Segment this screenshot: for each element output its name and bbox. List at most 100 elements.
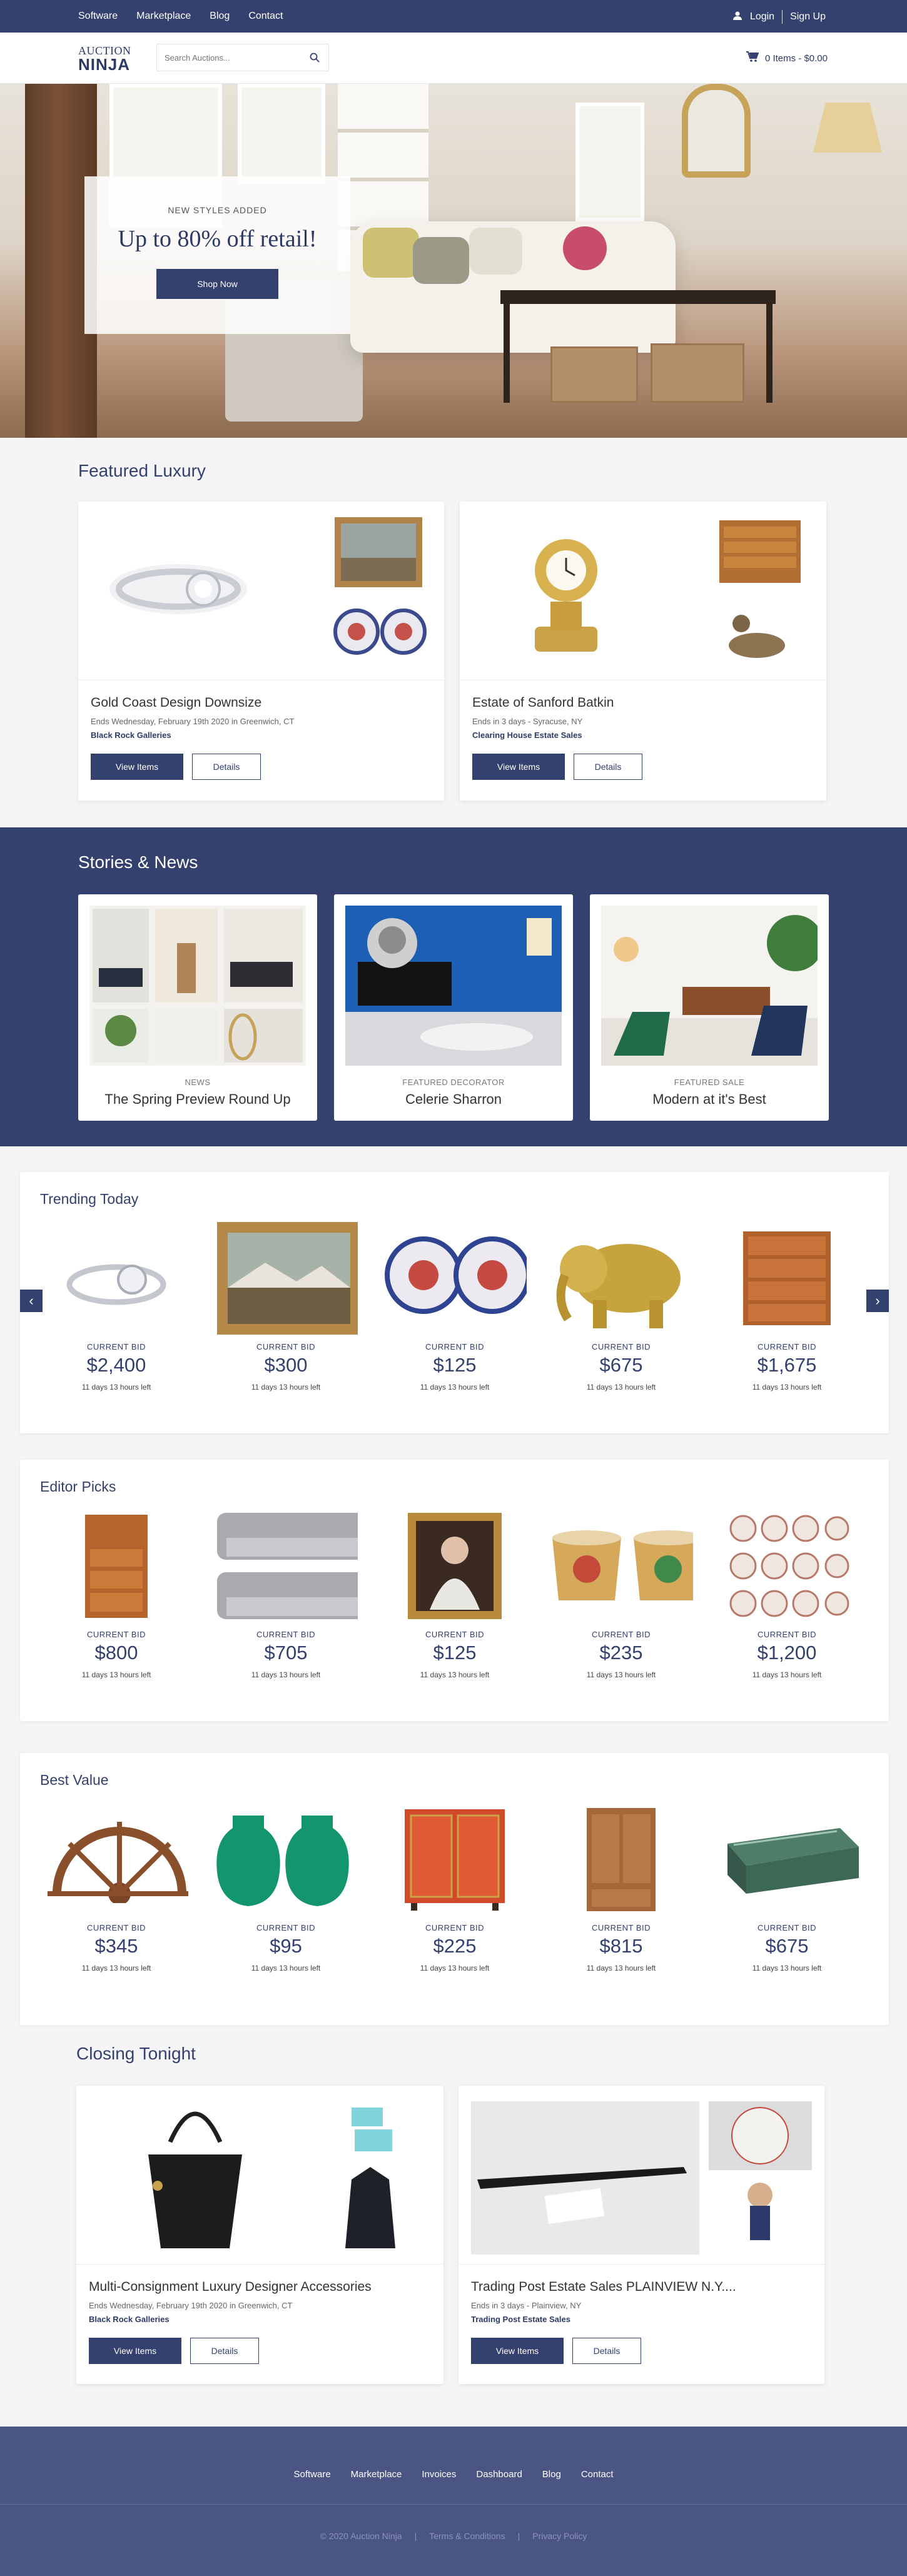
details-button[interactable]: Details xyxy=(572,2338,641,2364)
footer-link-marketplace[interactable]: Marketplace xyxy=(351,2469,402,2480)
view-items-button[interactable]: View Items xyxy=(472,754,565,780)
story-card-2[interactable]: FEATURED DECORATOR Celerie Sharron xyxy=(334,894,573,1121)
bestvalue-item-1[interactable]: CURRENT BID $345 11 days 13 hours left xyxy=(44,1803,188,1972)
details-button[interactable]: Details xyxy=(574,754,642,780)
nav-link-marketplace[interactable]: Marketplace xyxy=(136,11,191,22)
footer-link-blog[interactable]: Blog xyxy=(542,2469,561,2480)
editor-panel: Editor Picks CURRENT BID $800 11 days 13… xyxy=(20,1460,889,1721)
trending-item-3[interactable]: CURRENT BID $125 11 days 13 hours left xyxy=(383,1222,527,1392)
nav-divider xyxy=(782,10,783,24)
hero-pre-title: NEW STYLES ADDED xyxy=(168,205,267,215)
editor-item-4[interactable]: CURRENT BID $235 11 days 13 hours left xyxy=(549,1510,693,1679)
current-bid-label: CURRENT BID xyxy=(256,1923,316,1932)
bid-amount: $300 xyxy=(264,1354,308,1376)
card-image xyxy=(459,2086,824,2265)
nav-link-blog[interactable]: Blog xyxy=(210,11,230,22)
stories-section: Stories & News NEWS The Spring Preview R… xyxy=(0,827,907,1146)
item-image xyxy=(44,1803,188,1916)
cart-summary[interactable]: 0 Items - $0.00 xyxy=(746,51,828,65)
editor-item-3[interactable]: CURRENT BID $125 11 days 13 hours left xyxy=(383,1510,527,1679)
view-items-button[interactable]: View Items xyxy=(91,754,183,780)
story-title[interactable]: The Spring Preview Round Up xyxy=(78,1091,317,1108)
story-kicker: FEATURED SALE xyxy=(674,1078,745,1087)
nav-link-contact[interactable]: Contact xyxy=(248,11,283,22)
closing-card-2[interactable]: Trading Post Estate Sales PLAINVIEW N.Y.… xyxy=(459,2086,824,2384)
bestvalue-item-2[interactable]: CURRENT BID $95 11 days 13 hours left xyxy=(214,1803,358,1972)
bestvalue-item-4[interactable]: CURRENT BID $815 11 days 13 hours left xyxy=(549,1803,693,1972)
view-items-button[interactable]: View Items xyxy=(471,2338,564,2364)
bestvalue-item-3[interactable]: CURRENT BID $225 11 days 13 hours left xyxy=(383,1803,527,1972)
trending-item-5[interactable]: CURRENT BID $1,675 11 days 13 hours left xyxy=(715,1222,859,1392)
time-left: 11 days 13 hours left xyxy=(586,1670,656,1679)
hero-coffee-table xyxy=(500,290,776,304)
card-auction-house[interactable]: Black Rock Galleries xyxy=(91,730,171,740)
hero-window-right xyxy=(575,103,644,221)
trending-item-2[interactable]: CURRENT BID $300 11 days 13 hours left xyxy=(214,1222,358,1392)
login-link[interactable]: Login xyxy=(750,11,774,23)
editor-item-2[interactable]: CURRENT BID $705 11 days 13 hours left xyxy=(214,1510,358,1679)
current-bid-label: CURRENT BID xyxy=(425,1342,485,1351)
trending-item-4[interactable]: CURRENT BID $675 11 days 13 hours left xyxy=(549,1222,693,1392)
site-header: AUCTION NINJA 0 Items - $0.00 xyxy=(0,33,907,84)
card-title[interactable]: Multi-Consignment Luxury Designer Access… xyxy=(89,2280,372,2295)
card-buttons: View Items Details xyxy=(89,2338,259,2364)
card-auction-house[interactable]: Clearing House Estate Sales xyxy=(472,730,582,740)
hero-table-leg-2 xyxy=(766,296,773,403)
featured-card-2[interactable]: Estate of Sanford Batkin Ends in 3 days … xyxy=(460,502,826,801)
legal-separator: | xyxy=(517,2531,520,2541)
time-left: 11 days 13 hours left xyxy=(752,1383,822,1392)
story-title[interactable]: Modern at it's Best xyxy=(590,1091,829,1108)
card-image xyxy=(78,502,444,680)
footer-link-invoices[interactable]: Invoices xyxy=(422,2469,456,2480)
carousel-next-arrow[interactable]: › xyxy=(866,1290,889,1312)
time-left: 11 days 13 hours left xyxy=(586,1383,656,1392)
story-card-1[interactable]: NEWS The Spring Preview Round Up xyxy=(78,894,317,1121)
current-bid-label: CURRENT BID xyxy=(591,1342,651,1351)
search-icon[interactable] xyxy=(310,53,320,66)
card-auction-house[interactable]: Black Rock Galleries xyxy=(89,2315,170,2324)
story-kicker: NEWS xyxy=(185,1078,211,1087)
shop-now-button[interactable]: Shop Now xyxy=(156,269,278,299)
current-bid-label: CURRENT BID xyxy=(591,1630,651,1639)
footer-link-software[interactable]: Software xyxy=(293,2469,330,2480)
bestvalue-item-5[interactable]: CURRENT BID $675 11 days 13 hours left xyxy=(715,1803,859,1972)
footer-link-dashboard[interactable]: Dashboard xyxy=(476,2469,522,2480)
closing-card-1[interactable]: Multi-Consignment Luxury Designer Access… xyxy=(76,2086,443,2384)
card-buttons: View Items Details xyxy=(471,2338,641,2364)
story-title[interactable]: Celerie Sharron xyxy=(334,1091,573,1108)
current-bid-label: CURRENT BID xyxy=(757,1630,817,1639)
details-button[interactable]: Details xyxy=(190,2338,259,2364)
card-title[interactable]: Gold Coast Design Downsize xyxy=(91,695,261,710)
details-button[interactable]: Details xyxy=(192,754,261,780)
hero-title: Up to 80% off retail! xyxy=(118,226,317,252)
featured-card-1[interactable]: Gold Coast Design Downsize Ends Wednesda… xyxy=(78,502,444,801)
nav-link-software[interactable]: Software xyxy=(78,11,118,22)
bid-amount: $675 xyxy=(765,1935,809,1957)
signup-link[interactable]: Sign Up xyxy=(790,11,826,23)
bid-amount: $1,675 xyxy=(757,1354,817,1376)
card-auction-house[interactable]: Trading Post Estate Sales xyxy=(471,2315,570,2324)
current-bid-label: CURRENT BID xyxy=(256,1342,316,1351)
trending-item-1[interactable]: CURRENT BID $2,400 11 days 13 hours left xyxy=(44,1222,188,1392)
editor-item-5[interactable]: CURRENT BID $1,200 11 days 13 hours left xyxy=(715,1510,859,1679)
card-title[interactable]: Estate of Sanford Batkin xyxy=(472,695,614,710)
bid-amount: $345 xyxy=(94,1935,138,1957)
card-title[interactable]: Trading Post Estate Sales PLAINVIEW N.Y.… xyxy=(471,2280,736,2295)
terms-link[interactable]: Terms & Conditions xyxy=(429,2531,505,2541)
footer-link-contact[interactable]: Contact xyxy=(581,2469,614,2480)
logo[interactable]: AUCTION NINJA xyxy=(78,45,131,73)
item-image xyxy=(715,1222,859,1335)
time-left: 11 days 13 hours left xyxy=(586,1964,656,1972)
current-bid-label: CURRENT BID xyxy=(425,1630,485,1639)
account-links: Login Sign Up xyxy=(732,10,826,24)
time-left: 11 days 13 hours left xyxy=(251,1670,321,1679)
privacy-link[interactable]: Privacy Policy xyxy=(532,2531,587,2541)
view-items-button[interactable]: View Items xyxy=(89,2338,181,2364)
current-bid-label: CURRENT BID xyxy=(256,1630,316,1639)
editor-item-1[interactable]: CURRENT BID $800 11 days 13 hours left xyxy=(44,1510,188,1679)
carousel-prev-arrow[interactable]: ‹ xyxy=(20,1290,43,1312)
time-left: 11 days 13 hours left xyxy=(251,1383,321,1392)
story-card-3[interactable]: FEATURED SALE Modern at it's Best xyxy=(590,894,829,1121)
trending-panel: Trending Today ‹ › CURRENT BID $2,400 11… xyxy=(20,1172,889,1433)
search-input[interactable] xyxy=(157,44,301,71)
